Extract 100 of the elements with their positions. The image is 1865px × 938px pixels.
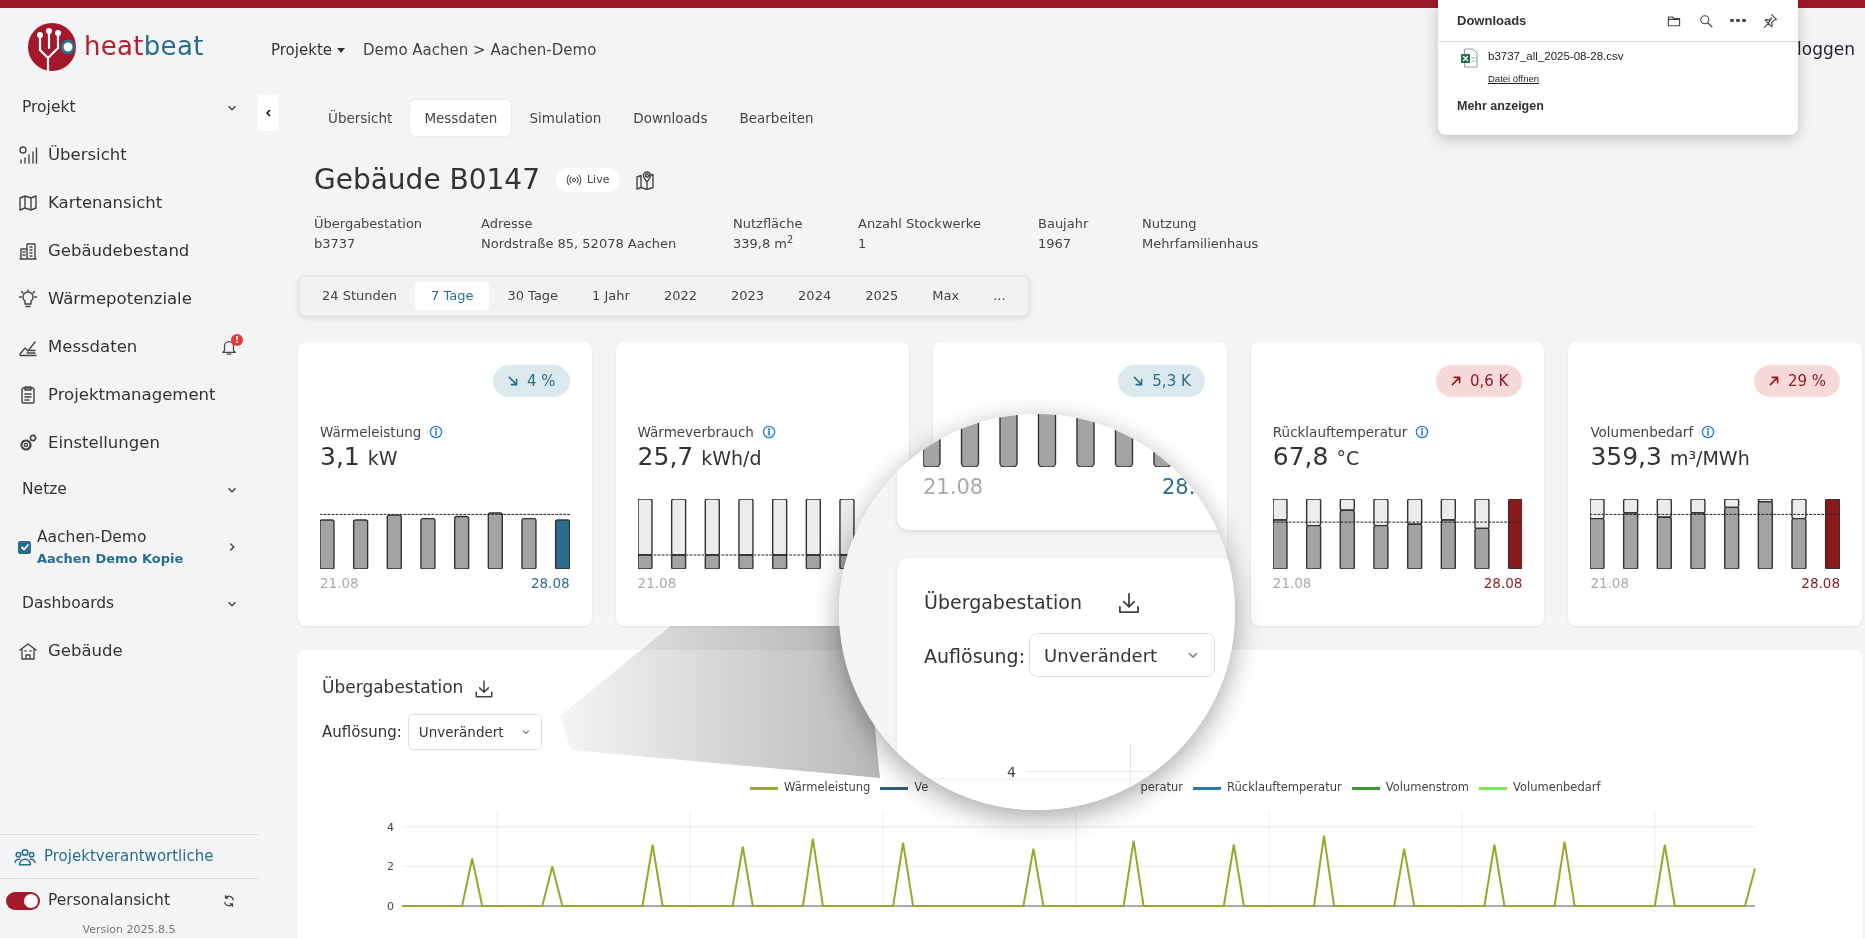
download-icon (1116, 590, 1142, 616)
tab[interactable]: Bearbeiten (725, 100, 828, 136)
legend-label[interactable]: Wärmeleistung (784, 779, 871, 797)
sidebar-item[interactable]: Gebäudebestand (18, 238, 238, 264)
legend-label[interactable]: Ve (914, 779, 929, 797)
bar (1440, 519, 1456, 569)
sidebar-item[interactable]: Gebäude (18, 638, 238, 664)
sidebar-item[interactable]: Messdaten (18, 334, 220, 360)
toggle-switch[interactable] (6, 891, 40, 910)
caret-icon (337, 47, 345, 53)
fact-label: Baujahr (1038, 215, 1090, 233)
sidebar-item[interactable]: Kartenansicht (18, 190, 238, 216)
period-button[interactable]: Max (916, 282, 976, 310)
tab[interactable]: Downloads (619, 100, 722, 136)
fact-value: 339,8 m$^{2}$ (733, 234, 795, 253)
bar-track (1623, 499, 1639, 514)
show-more-link[interactable]: Mehr anzeigen (1457, 97, 1544, 116)
section-header[interactable]: Projekt (22, 96, 76, 120)
map-icon (18, 193, 38, 213)
kpi-value: 67,8 °C (1272, 442, 1360, 471)
sidebar-item[interactable]: Wärmepotenziale (18, 286, 238, 312)
sidebar-item[interactable]: Übersicht (18, 142, 238, 168)
kpi-value: 3,1 kW (320, 442, 398, 471)
version-text: Version 2025.8.5 (81, 922, 177, 938)
building-title: Gebäude B0147 (314, 163, 540, 197)
checkbox[interactable] (18, 540, 31, 554)
bar-track (1724, 499, 1740, 509)
gears-icon (18, 433, 38, 453)
logo-icon (28, 21, 78, 72)
sidebar-item[interactable]: Projektmanagement (18, 382, 238, 408)
change-value: 5,3 K (1152, 370, 1191, 392)
open-file-link[interactable]: Datei öffnen (1488, 73, 1540, 85)
date-label: 21.08 (923, 474, 984, 501)
resolution-select[interactable]: Unverändert (1029, 633, 1215, 677)
period-button[interactable]: 7 Tage (415, 282, 490, 310)
legend-label[interactable]: Volumenbedarf (1512, 779, 1601, 797)
bar (1507, 499, 1523, 569)
period-button[interactable]: 2022 (647, 282, 713, 310)
date-label: 21.08 (637, 575, 677, 591)
info-icon (429, 425, 444, 439)
bar (1305, 524, 1322, 569)
date-label: 28. (1162, 474, 1196, 501)
bar (670, 554, 686, 569)
panel-title: Übergabestation (924, 590, 1082, 615)
bar (1272, 519, 1288, 569)
arrow-icon (1132, 375, 1145, 387)
live-label: Live (586, 171, 610, 188)
network-name[interactable]: Aachen-Demo (37, 525, 220, 549)
tab[interactable]: Messdaten (410, 100, 512, 136)
arrow-icon (1449, 375, 1462, 387)
period-button[interactable]: 1 Jahr (576, 282, 646, 310)
bar-track (1690, 499, 1706, 514)
legend-label[interactable]: peratur (1140, 779, 1184, 797)
period-button[interactable]: 30 Tage (491, 282, 575, 310)
fact-label: Anzahl Stockwerke (858, 215, 982, 233)
chevron-down-icon (520, 727, 531, 737)
project-contacts-link[interactable]: Projektverantwortliche (14, 845, 214, 868)
bar (1590, 517, 1606, 569)
toggle-label: Personalansicht (48, 889, 172, 911)
bar (1690, 512, 1706, 569)
tab[interactable]: Simulation (515, 100, 616, 136)
projects-menu[interactable]: Projekte (271, 38, 345, 62)
section-header[interactable]: Netze (22, 478, 67, 502)
section-header[interactable]: Dashboards (22, 592, 115, 616)
change-value: 0,6 K (1469, 370, 1509, 392)
period-button[interactable]: 24 Stunden (306, 282, 413, 310)
legend-label[interactable]: Rücklauftemperatur (1227, 779, 1342, 797)
date-label: 28.08 (530, 575, 570, 591)
sidebar-item[interactable]: Einstellungen (18, 430, 238, 456)
period-button[interactable]: 2025 (849, 282, 915, 310)
resolution-select[interactable]: Unverändert (407, 714, 542, 750)
info-icon (1701, 425, 1716, 439)
bar (1474, 527, 1490, 569)
pin-icon (1762, 12, 1778, 29)
period-button[interactable]: ... (977, 282, 1022, 310)
bar (1623, 512, 1639, 569)
legend-label[interactable]: Volumenstrom (1385, 779, 1469, 797)
axis-tick-label: 2 (387, 860, 394, 874)
bar (386, 514, 402, 569)
breadcrumb[interactable]: Demo Aachen > Aachen-Demo (363, 38, 597, 62)
period-button[interactable]: 2023 (715, 282, 781, 310)
collapse-button[interactable] (258, 95, 278, 131)
bar-track (1339, 499, 1355, 511)
bar (521, 517, 537, 569)
resolution-label: Auflösung: (924, 644, 1026, 669)
bar (454, 515, 470, 569)
bar (1724, 506, 1740, 569)
kpi-title: Volumenbedarf (1590, 422, 1694, 442)
bar (352, 519, 369, 569)
kpi-title: Wärmeleistung (320, 422, 422, 442)
bar (1037, 414, 1057, 467)
bar-chart-icon (18, 145, 38, 165)
date-label: 21.08 (1272, 575, 1312, 591)
logout-link[interactable]: loggen (1797, 37, 1855, 63)
bar (1758, 501, 1774, 569)
arrow-icon (507, 375, 519, 387)
period-button[interactable]: 2024 (782, 282, 848, 310)
tab[interactable]: Übersicht (314, 100, 407, 136)
network-subtitle: Aachen Demo Kopie (37, 549, 185, 568)
fact-value: Mehrfamilienhaus (1142, 235, 1259, 253)
